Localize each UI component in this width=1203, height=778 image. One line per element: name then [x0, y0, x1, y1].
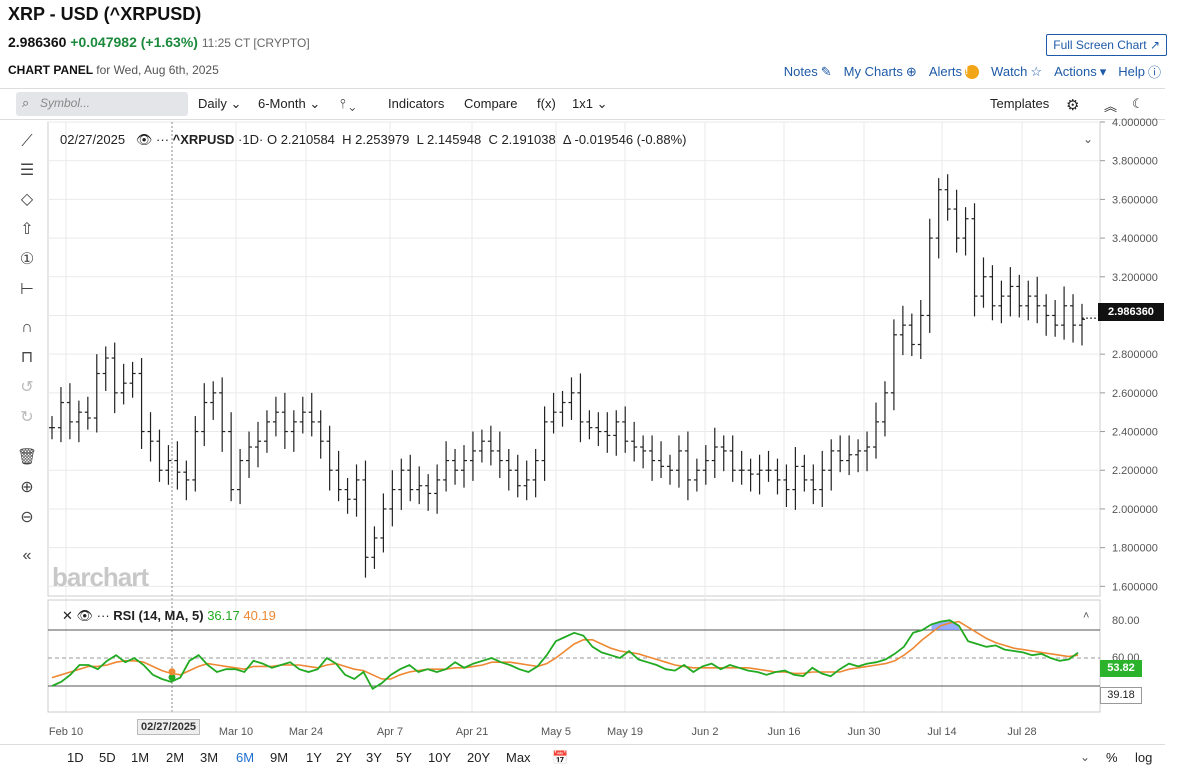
range-10y-button[interactable]: 10Y — [428, 750, 451, 765]
x-axis-label: Jun 16 — [767, 726, 800, 738]
x-axis-label: Apr 7 — [377, 726, 403, 738]
log-toggle[interactable]: log — [1135, 750, 1152, 765]
x-axis-label: Mar 24 — [289, 726, 323, 738]
price-axis-label: 1.800000 — [1112, 543, 1158, 555]
ohlc-info: 02/27/2025 👁 ··· ^XRPUSD ·1D· O 2.210584… — [60, 132, 687, 147]
x-axis-label: Jun 2 — [692, 726, 719, 738]
info-high: H 2.253979 — [342, 132, 410, 147]
rsi-value: 36.17 — [207, 608, 240, 623]
rsi-level-80: 80.00 — [1112, 615, 1140, 627]
info-symbol: ^XRPUSD — [172, 132, 235, 147]
rsi-ma-hover-point — [168, 668, 176, 676]
range-3m-button[interactable]: 3M — [200, 750, 218, 765]
range-1m-button[interactable]: 1M — [131, 750, 149, 765]
price-axis-label: 3.600000 — [1112, 194, 1158, 206]
price-axis-label: 3.800000 — [1112, 156, 1158, 168]
info-interval: 1D — [242, 132, 260, 147]
range-1d-button[interactable]: 1D — [67, 750, 84, 765]
last-price-tag: 2.986360 — [1098, 303, 1164, 321]
rsi-ma-tag: 39.18 — [1100, 687, 1142, 704]
info-date: 02/27/2025 — [60, 132, 126, 147]
range-2y-button[interactable]: 2Y — [336, 750, 352, 765]
x-axis-label: May 19 — [607, 726, 643, 738]
chevron-down-icon[interactable]: ⌄ — [1083, 132, 1093, 146]
price-axis-label: 2.000000 — [1112, 504, 1158, 516]
eye-icon[interactable]: 👁 — [136, 132, 153, 147]
eye-icon[interactable]: 👁 — [77, 608, 94, 623]
range-max-button[interactable]: Max — [506, 750, 531, 765]
rsi-current-tag: 53.82 — [1100, 660, 1142, 677]
chevron-down-icon[interactable]: ⌄ — [1080, 750, 1090, 764]
price-axis-label: 1.600000 — [1112, 581, 1158, 593]
range-5y-button[interactable]: 5Y — [396, 750, 412, 765]
price-chart[interactable]: 4.000000 3.800000 3.600000 3.400000 3.200000… — [0, 0, 1203, 778]
barchart-watermark: barchart — [52, 562, 149, 592]
rsi-label: RSI (14, MA, 5) — [113, 608, 204, 623]
info-change: Δ -0.019546 (-0.88%) — [562, 132, 687, 147]
info-open: O 2.210584 — [266, 132, 335, 147]
x-axis-label: May 5 — [541, 726, 571, 738]
percent-toggle[interactable]: % — [1106, 750, 1118, 765]
close-icon[interactable]: ✕ — [62, 608, 73, 623]
range-20y-button[interactable]: 20Y — [467, 750, 490, 765]
x-axis-label: Jun 30 — [847, 726, 880, 738]
range-2m-button[interactable]: 2M — [166, 750, 184, 765]
range-9m-button[interactable]: 9M — [270, 750, 288, 765]
price-axis-label: 4.000000 — [1112, 117, 1158, 129]
calendar-icon[interactable]: 📅 — [552, 750, 568, 766]
info-low: L 2.145948 — [416, 132, 482, 147]
price-axis-label: 3.200000 — [1112, 272, 1158, 284]
range-1y-button[interactable]: 1Y — [306, 750, 322, 765]
x-axis-label: Jul 14 — [927, 726, 956, 738]
rsi-ma-value: 40.19 — [243, 608, 276, 623]
x-axis-label: Feb 10 — [49, 726, 83, 738]
range-3y-button[interactable]: 3Y — [366, 750, 382, 765]
rsi-legend: ✕ 👁 ··· RSI (14, MA, 5) 36.17 40.19 — [62, 608, 276, 623]
x-axis-label: Apr 21 — [456, 726, 488, 738]
price-axis-label: 2.400000 — [1112, 427, 1158, 439]
x-axis-label: Jul 28 — [1007, 726, 1036, 738]
price-axis-label: 3.400000 — [1112, 233, 1158, 245]
chevron-up-icon[interactable]: ˄ — [1083, 610, 1089, 622]
range-5d-button[interactable]: 5D — [99, 750, 116, 765]
price-axis-label: 2.600000 — [1112, 388, 1158, 400]
price-axis-label: 2.800000 — [1112, 349, 1158, 361]
x-axis-label: Mar 10 — [219, 726, 253, 738]
hover-date-tag: 02/27/2025 — [137, 719, 201, 735]
price-axis-label: 2.200000 — [1112, 465, 1158, 477]
info-close: C 2.191038 — [488, 132, 556, 147]
range-6m-button[interactable]: 6M — [236, 750, 254, 765]
